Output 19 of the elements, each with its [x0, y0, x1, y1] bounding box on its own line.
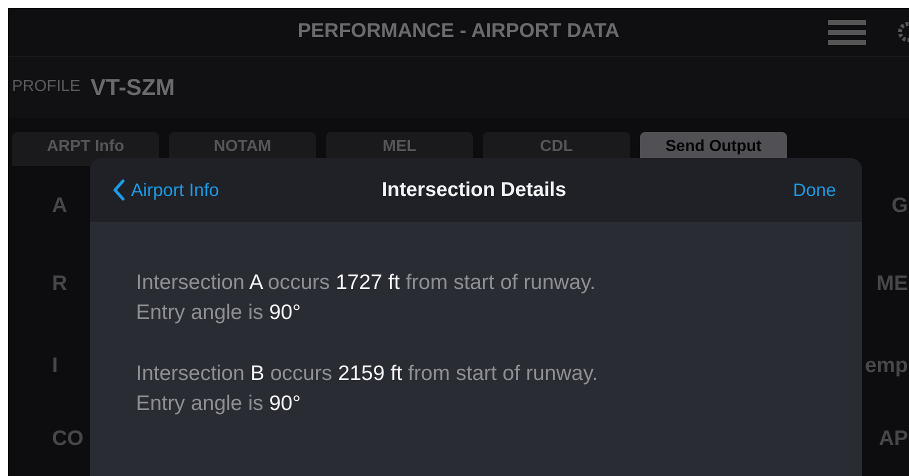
field-label: emp	[864, 354, 909, 378]
sheet-title: Intersection Details	[382, 178, 566, 202]
intersection-text: Intersection B occurs 2159 ft from start of runway. Entry angle is 90°	[136, 361, 599, 417]
intersection-text: Intersection A occurs 1727 ft from start of runway. Entry angle is 90°	[136, 270, 597, 326]
field-label: AP	[878, 427, 909, 451]
field-label: I	[51, 354, 59, 378]
field-label: G	[892, 194, 909, 218]
done-button[interactable]: Done	[792, 180, 836, 200]
field-label: A	[51, 194, 68, 218]
screen-title: PERFORMANCE - AIRPORT DATA	[298, 20, 620, 44]
profile-value: VT-SZM	[90, 74, 175, 101]
field-label: ME	[876, 272, 909, 296]
profile-label: PROFILE	[12, 78, 80, 96]
field-label: CO	[51, 427, 84, 451]
chevron-left-icon	[112, 179, 125, 201]
field-label: R	[51, 272, 68, 296]
back-label: Airport Info	[131, 180, 220, 200]
back-link[interactable]: Airport Info	[112, 179, 382, 201]
menu-icon[interactable]	[828, 20, 866, 46]
